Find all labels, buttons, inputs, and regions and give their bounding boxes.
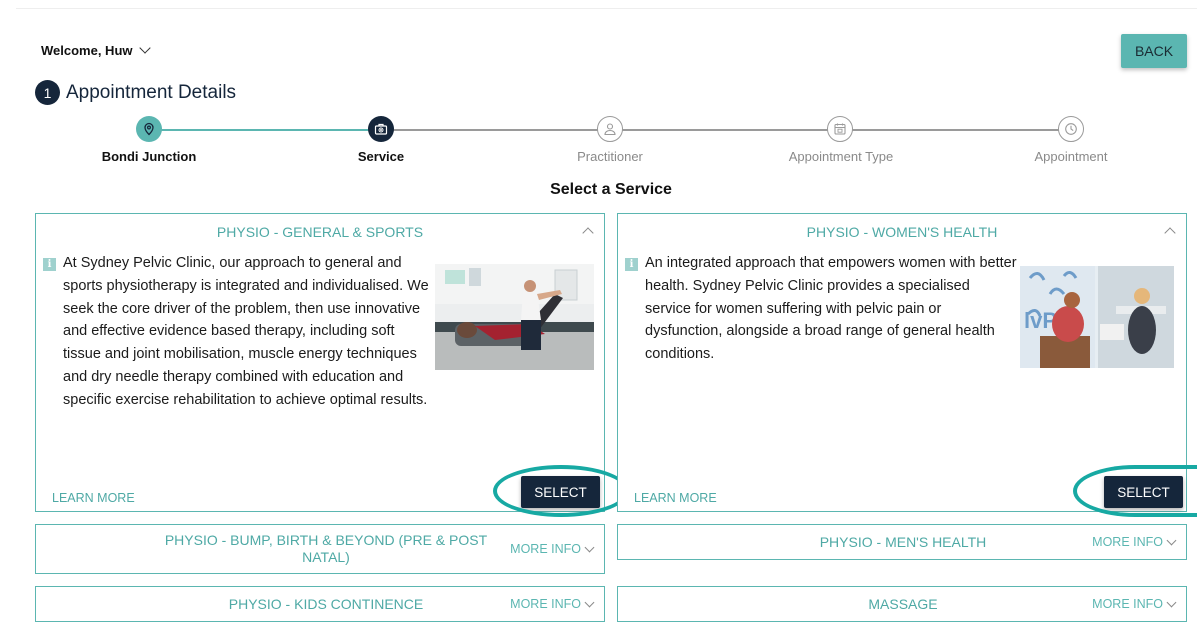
top-divider — [16, 8, 1197, 9]
progress-stepper: Bondi Junction Service Practitioner Appo… — [0, 116, 1197, 166]
calendar-icon — [834, 123, 846, 135]
service-photo-womens-health: lvPel — [1020, 266, 1174, 368]
chevron-down-icon — [584, 542, 595, 552]
more-info-label: MORE INFO — [1092, 597, 1163, 611]
step-label-service: Service — [357, 149, 405, 164]
step-practitioner-node[interactable] — [597, 116, 623, 142]
learn-more-link[interactable]: LEARN MORE — [634, 491, 717, 505]
info-icon: i — [625, 258, 638, 271]
welcome-menu[interactable]: Welcome, Huw — [41, 42, 151, 58]
service-card-title: PHYSIO - KIDS CONTINENCE — [228, 595, 424, 612]
more-info-label: MORE INFO — [1092, 535, 1163, 549]
service-card-title: PHYSIO - MEN'S HEALTH — [819, 533, 987, 550]
step-location-node[interactable] — [136, 116, 162, 142]
section-title: 1 Appointment Details — [35, 80, 236, 105]
learn-more-link[interactable]: LEARN MORE — [52, 491, 135, 505]
more-info-label: MORE INFO — [510, 542, 581, 556]
chevron-down-icon — [1166, 597, 1177, 607]
step-service-node[interactable] — [368, 116, 394, 142]
step-label-practitioner: Practitioner — [577, 149, 643, 164]
service-card-bump-birth-beyond[interactable]: PHYSIO - BUMP, BIRTH & BEYOND (PRE & POS… — [35, 524, 605, 574]
step-number-badge: 1 — [35, 80, 60, 105]
chevron-down-icon — [1166, 535, 1177, 545]
step-appointment-type-node[interactable] — [827, 116, 853, 142]
service-description: An integrated approach that empowers wom… — [645, 255, 1017, 363]
service-description: At Sydney Pelvic Clinic, our approach to… — [63, 255, 429, 408]
more-info-toggle[interactable]: MORE INFO — [510, 587, 595, 621]
step-appointment-node[interactable] — [1058, 116, 1084, 142]
service-card-kids-continence[interactable]: PHYSIO - KIDS CONTINENCE MORE INFO — [35, 586, 605, 622]
service-card-title: PHYSIO - BUMP, BIRTH & BEYOND (PRE & POS… — [164, 532, 488, 565]
more-info-label: MORE INFO — [510, 597, 581, 611]
service-card-title[interactable]: PHYSIO - GENERAL & SPORTS — [36, 224, 604, 240]
service-card-title[interactable]: PHYSIO - WOMEN'S HEALTH — [618, 224, 1186, 240]
medical-bag-icon — [374, 123, 388, 135]
location-pin-icon — [144, 122, 154, 136]
step-label-appointment-type: Appointment Type — [788, 149, 894, 164]
more-info-toggle[interactable]: MORE INFO — [1092, 525, 1177, 559]
select-service-heading: Select a Service — [550, 181, 672, 198]
stepper-track-completed — [149, 129, 381, 131]
service-card-womens-health: PHYSIO - WOMEN'S HEALTH i An integrated … — [617, 213, 1187, 512]
service-card-title: MASSAGE — [868, 595, 938, 612]
stepper-track-pending — [381, 129, 1071, 131]
welcome-label: Welcome, Huw — [41, 43, 133, 58]
chevron-down-icon — [138, 42, 151, 54]
more-info-toggle[interactable]: MORE INFO — [510, 525, 595, 573]
select-button[interactable]: SELECT — [521, 476, 600, 508]
service-card-general-sports: PHYSIO - GENERAL & SPORTS i At Sydney Pe… — [35, 213, 605, 512]
step-label-location: Bondi Junction — [101, 149, 197, 164]
person-icon — [604, 123, 616, 136]
back-button[interactable]: BACK — [1121, 34, 1187, 68]
more-info-toggle[interactable]: MORE INFO — [1092, 587, 1177, 621]
info-icon: i — [43, 258, 56, 271]
service-card-massage[interactable]: MASSAGE MORE INFO — [617, 586, 1187, 622]
service-card-mens-health[interactable]: PHYSIO - MEN'S HEALTH MORE INFO — [617, 524, 1187, 560]
clock-icon — [1065, 123, 1077, 135]
chevron-down-icon — [584, 597, 595, 607]
section-title-text: Appointment Details — [66, 81, 237, 103]
select-button[interactable]: SELECT — [1104, 476, 1183, 508]
step-label-appointment: Appointment — [1034, 149, 1108, 164]
service-photo-physio — [435, 264, 594, 370]
